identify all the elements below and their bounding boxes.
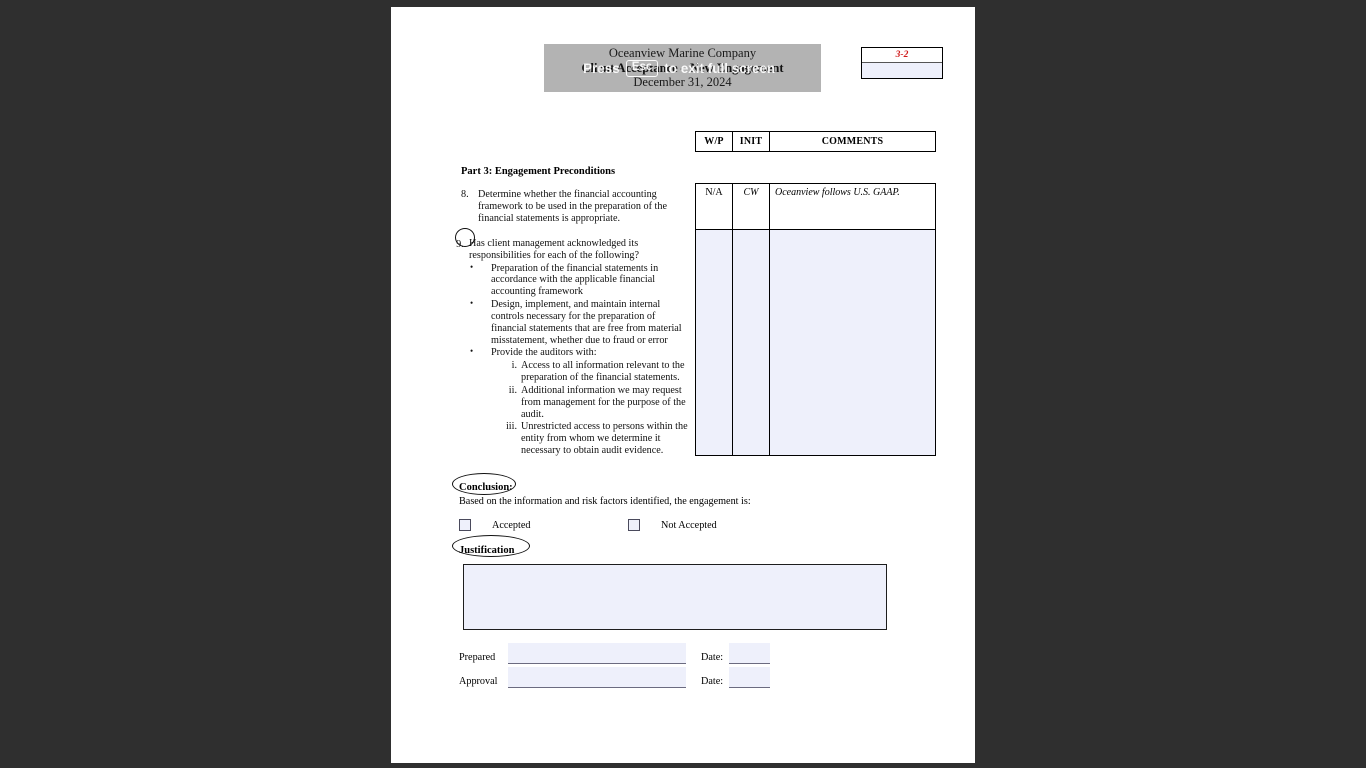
- roman-text: Access to all information relevant to th…: [521, 360, 685, 384]
- roman-item-ii: ii. Additional information we may reques…: [500, 385, 689, 420]
- page-reference-label-cell: 3-2: [862, 48, 942, 63]
- checkbox-not-accepted[interactable]: [628, 519, 640, 531]
- prepared-date-input[interactable]: [729, 643, 770, 664]
- question-9-bullet-1: Preparation of the financial statements …: [470, 262, 689, 298]
- answer-table-body-wrapper: N/A CW Oceanview follows U.S. GAAP.: [695, 183, 936, 456]
- answer-table-body: N/A CW Oceanview follows U.S. GAAP.: [695, 183, 936, 456]
- row-9-wp-cell[interactable]: [695, 229, 733, 456]
- column-header-wp: W/P: [695, 131, 733, 152]
- question-8-number: 8.: [461, 189, 469, 200]
- question-item-8: 8. Determine whether the financial accou…: [461, 189, 689, 224]
- justification-textarea[interactable]: [463, 564, 887, 630]
- option-not-accepted[interactable]: Not Accepted: [628, 519, 717, 531]
- document-page: Oceanview Marine Company Client Acceptan…: [391, 7, 975, 763]
- conclusion-label: Conclusion:: [459, 482, 513, 493]
- approval-date-input[interactable]: [729, 667, 770, 688]
- option-accepted-label: Accepted: [492, 519, 531, 531]
- approval-label: Approval: [459, 676, 498, 687]
- document-header-banner: Oceanview Marine Company Client Acceptan…: [544, 44, 821, 92]
- roman-text: Unrestricted access to persons within th…: [521, 421, 688, 457]
- table-header-row: W/P INIT COMMENTS: [695, 131, 936, 152]
- roman-item-iii: iii. Unrestricted access to persons with…: [500, 421, 689, 456]
- question-9-text: Has client management acknowledged its r…: [469, 238, 640, 261]
- row-8-comments-cell[interactable]: Oceanview follows U.S. GAAP.: [769, 183, 936, 230]
- question-item-9: 9. Has client management acknowledged it…: [451, 238, 689, 457]
- roman-marker: i.: [511, 360, 517, 372]
- question-9-bullet-3: Provide the auditors with: i. Access to …: [470, 346, 689, 457]
- table-row: N/A CW Oceanview follows U.S. GAAP.: [695, 183, 936, 230]
- row-8-init-cell[interactable]: CW: [732, 183, 770, 230]
- conclusion-statement: Based on the information and risk factor…: [459, 496, 751, 507]
- row-8-wp-cell[interactable]: N/A: [695, 183, 733, 230]
- prepared-label: Prepared: [459, 652, 496, 663]
- row-9-init-cell[interactable]: [732, 229, 770, 456]
- roman-marker: ii.: [508, 384, 517, 396]
- roman-text: Additional information we may request fr…: [521, 384, 686, 420]
- header-form-title: Client Acceptance – New Engagement: [581, 60, 784, 75]
- bullet-text: Provide the auditors with:: [491, 347, 597, 359]
- question-9-bullet-list: Preparation of the financial statements …: [451, 262, 689, 457]
- page-reference-input[interactable]: [862, 63, 942, 78]
- prepared-row: Prepared Date:: [459, 643, 849, 667]
- row-9-comments-cell[interactable]: [769, 229, 936, 456]
- bullet-text: Design, implement, and maintain internal…: [491, 299, 682, 346]
- table-row: [695, 229, 936, 456]
- column-header-init: INIT: [732, 131, 770, 152]
- checkbox-accepted[interactable]: [459, 519, 471, 531]
- justification-label: Justification: [459, 545, 515, 556]
- question-9-number: 9.: [456, 239, 464, 250]
- prepared-date-label: Date:: [701, 652, 724, 663]
- page-reference-number: 3-2: [895, 50, 909, 60]
- header-period-date: December 31, 2024: [633, 75, 732, 90]
- roman-marker: iii.: [505, 421, 517, 433]
- question-9-bullet-2: Design, implement, and maintain internal…: [470, 298, 689, 346]
- signature-block: Prepared Date: Approval Date:: [459, 643, 849, 691]
- approval-date-label: Date:: [701, 676, 724, 687]
- column-header-comments: COMMENTS: [769, 131, 936, 152]
- answer-table-header: W/P INIT COMMENTS: [695, 131, 936, 152]
- roman-item-i: i. Access to all information relevant to…: [500, 360, 689, 384]
- approval-input[interactable]: [508, 667, 686, 688]
- prepared-input[interactable]: [508, 643, 686, 664]
- fullscreen-viewport: Oceanview Marine Company Client Acceptan…: [0, 0, 1366, 768]
- question-9-roman-list: i. Access to all information relevant to…: [491, 360, 689, 457]
- option-accepted[interactable]: Accepted: [459, 519, 530, 531]
- bullet-text: Preparation of the financial statements …: [491, 262, 659, 298]
- question-8-text: Determine whether the financial accounti…: [478, 189, 667, 224]
- approval-row: Approval Date:: [459, 667, 849, 691]
- page-reference-box: 3-2: [861, 47, 943, 79]
- option-not-accepted-label: Not Accepted: [661, 519, 717, 531]
- header-company-name: Oceanview Marine Company: [608, 46, 757, 61]
- part-title: Part 3: Engagement Preconditions: [461, 166, 616, 177]
